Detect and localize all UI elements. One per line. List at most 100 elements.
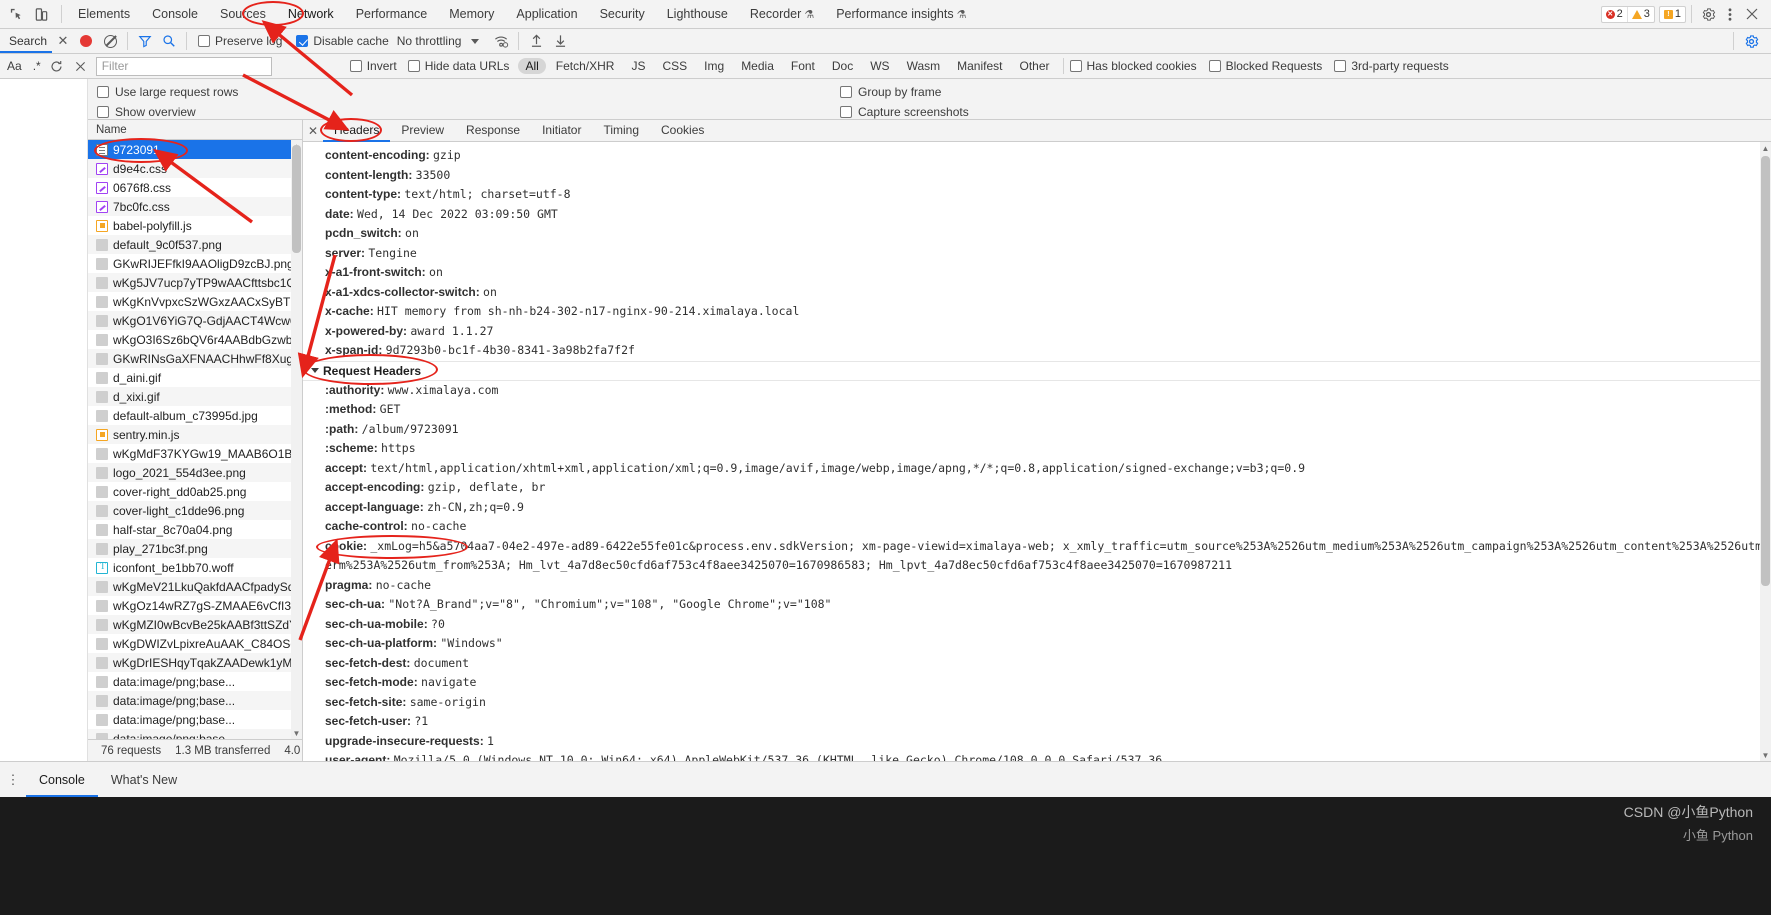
issue-counters[interactable]: ✕ 2 3 <box>1601 6 1655 23</box>
filter-type-other[interactable]: Other <box>1013 58 1057 74</box>
request-row[interactable]: wKgO3I6Sz6bQV6r4AABdbGzwbQA9 <box>88 330 302 349</box>
request-row[interactable]: data:image/png;base... <box>88 691 302 710</box>
tab-headers[interactable]: Headers <box>323 120 390 142</box>
inspect-element-icon[interactable] <box>8 6 25 23</box>
request-row[interactable]: sentry.min.js <box>88 425 302 444</box>
tab-performance-insights[interactable]: Performance insights⚗ <box>825 0 977 29</box>
preserve-log-checkbox[interactable]: Preserve log <box>198 34 282 48</box>
hide-data-urls-checkbox[interactable]: Hide data URLs <box>408 59 510 73</box>
filter-type-font[interactable]: Font <box>784 58 822 74</box>
third-party-requests-box[interactable] <box>1334 60 1346 72</box>
request-row[interactable]: default_9c0f537.png <box>88 235 302 254</box>
drawer-tab-console[interactable]: Console <box>26 762 98 797</box>
request-row[interactable]: 0676f8.css <box>88 178 302 197</box>
invert-box[interactable] <box>350 60 362 72</box>
preserve-log-box[interactable] <box>198 35 210 47</box>
request-headers-section-title[interactable]: Request Headers <box>303 361 1771 381</box>
request-row[interactable]: wKg5JV7ucp7yTP9wAACfttsbc1Q269 <box>88 273 302 292</box>
regex-button[interactable]: .* <box>29 59 45 73</box>
invert-checkbox[interactable]: Invert <box>350 59 397 73</box>
error-counter[interactable]: ✕ 2 <box>1602 6 1627 23</box>
hide-data-urls-box[interactable] <box>408 60 420 72</box>
request-row[interactable]: wKgDWIZvLpixreAuAAK_C84OSqk03 <box>88 634 302 653</box>
drawer-tab-whats-new[interactable]: What's New <box>98 762 190 797</box>
request-row[interactable]: default-album_c73995d.jpg <box>88 406 302 425</box>
tab-response[interactable]: Response <box>455 120 531 142</box>
drawer-more-options-icon[interactable]: ⋮ <box>0 778 26 782</box>
has-blocked-cookies-box[interactable] <box>1070 60 1082 72</box>
tab-recorder[interactable]: Recorder⚗ <box>739 0 825 29</box>
request-row[interactable]: 9723091 <box>88 140 302 159</box>
close-details-icon[interactable]: ✕ <box>303 124 323 138</box>
network-conditions-button[interactable] <box>489 29 513 53</box>
request-row[interactable]: half-star_8c70a04.png <box>88 520 302 539</box>
filter-type-ws[interactable]: WS <box>863 58 896 74</box>
request-row[interactable]: d_xixi.gif <box>88 387 302 406</box>
filter-type-media[interactable]: Media <box>734 58 781 74</box>
request-row[interactable]: d_aini.gif <box>88 368 302 387</box>
device-toolbar-icon[interactable] <box>33 6 50 23</box>
request-row[interactable]: cover-right_dd0ab25.png <box>88 482 302 501</box>
request-row[interactable]: data:image/png;base... <box>88 729 302 739</box>
tab-preview[interactable]: Preview <box>390 120 455 142</box>
tab-cookies[interactable]: Cookies <box>650 120 715 142</box>
request-row[interactable]: wKgKnVvpxcSzWGxzAACxSyBTKgs96 <box>88 292 302 311</box>
group-by-frame-box[interactable] <box>840 86 852 98</box>
third-party-requests-checkbox[interactable]: 3rd-party requests <box>1334 59 1448 73</box>
tab-memory[interactable]: Memory <box>438 0 505 29</box>
tab-timing[interactable]: Timing <box>592 120 650 142</box>
requests-column-header[interactable]: Name <box>88 120 302 140</box>
show-overview-checkbox[interactable]: Show overview <box>97 103 238 121</box>
match-case-button[interactable]: Aa <box>0 59 29 73</box>
request-row[interactable]: d9e4c.css <box>88 159 302 178</box>
throttling-select[interactable]: No throttling <box>397 34 462 48</box>
details-scrollbar[interactable]: ▲ ▼ <box>1760 142 1771 761</box>
requests-scrollbar-thumb[interactable] <box>292 145 301 253</box>
request-row[interactable]: babel-polyfill.js <box>88 216 302 235</box>
filter-type-css[interactable]: CSS <box>655 58 694 74</box>
warning-counter[interactable]: 3 <box>1627 6 1654 23</box>
tab-application[interactable]: Application <box>505 0 588 29</box>
filter-type-js[interactable]: JS <box>624 58 652 74</box>
request-row[interactable]: 7bc0fc.css <box>88 197 302 216</box>
request-row[interactable]: play_271bc3f.png <box>88 539 302 558</box>
record-button[interactable] <box>74 29 98 53</box>
tab-console[interactable]: Console <box>141 0 209 29</box>
tab-network[interactable]: Network <box>277 0 345 29</box>
filter-type-manifest[interactable]: Manifest <box>950 58 1009 74</box>
request-row[interactable]: wKgOz14wRZ7gS-ZMAAE6vCfI3XE34 <box>88 596 302 615</box>
close-search-icon[interactable]: ✕ <box>52 33 74 49</box>
tab-sources[interactable]: Sources <box>209 0 277 29</box>
filter-input[interactable]: Filter <box>96 57 272 76</box>
filter-cancel-icon[interactable] <box>69 54 93 78</box>
tab-elements[interactable]: Elements <box>67 0 141 29</box>
request-row[interactable]: wKgDrIESHqyTqakZAADewk1yMt836 <box>88 653 302 672</box>
requests-scrollbar[interactable]: ▲ ▼ <box>291 140 302 739</box>
tab-security[interactable]: Security <box>589 0 656 29</box>
import-har-button[interactable] <box>524 29 548 53</box>
request-row[interactable]: GKwRINsGaXFNAACHhwFf8Xug.jpg!s <box>88 349 302 368</box>
request-row[interactable]: iconfont_be1bb70.woff <box>88 558 302 577</box>
refresh-icon[interactable] <box>45 54 69 78</box>
settings-gear-icon[interactable] <box>1697 3 1719 25</box>
request-row[interactable]: data:image/png;base... <box>88 672 302 691</box>
close-devtools-icon[interactable] <box>1741 3 1763 25</box>
info-counter[interactable]: ! 1 <box>1660 6 1685 23</box>
request-row[interactable]: logo_2021_554d3ee.png <box>88 463 302 482</box>
request-row[interactable]: GKwRIJEFfkI9AAOligD9zcBJ.png!strip <box>88 254 302 273</box>
more-options-icon[interactable] <box>1719 3 1741 25</box>
show-overview-box[interactable] <box>97 106 109 118</box>
disable-cache-checkbox[interactable]: Disable cache <box>296 34 388 48</box>
blocked-requests-box[interactable] <box>1209 60 1221 72</box>
filter-toggle-button[interactable] <box>133 29 157 53</box>
request-row[interactable]: cover-light_c1dde96.png <box>88 501 302 520</box>
filter-type-all[interactable]: All <box>518 58 545 74</box>
details-scrollbar-thumb[interactable] <box>1761 156 1770 586</box>
filter-type-img[interactable]: Img <box>697 58 731 74</box>
info-counter-group[interactable]: ! 1 <box>1659 6 1686 23</box>
request-row[interactable]: wKgMeV21LkuQakfdAACfpadySdo50 <box>88 577 302 596</box>
request-row[interactable]: wKgO1V6YiG7Q-GdjAACT4Wcw6tc1. <box>88 311 302 330</box>
request-row[interactable]: wKgMZI0wBcvBe25kAABf3ttSZdY00 <box>88 615 302 634</box>
use-large-request-rows-box[interactable] <box>97 86 109 98</box>
filter-type-doc[interactable]: Doc <box>825 58 860 74</box>
